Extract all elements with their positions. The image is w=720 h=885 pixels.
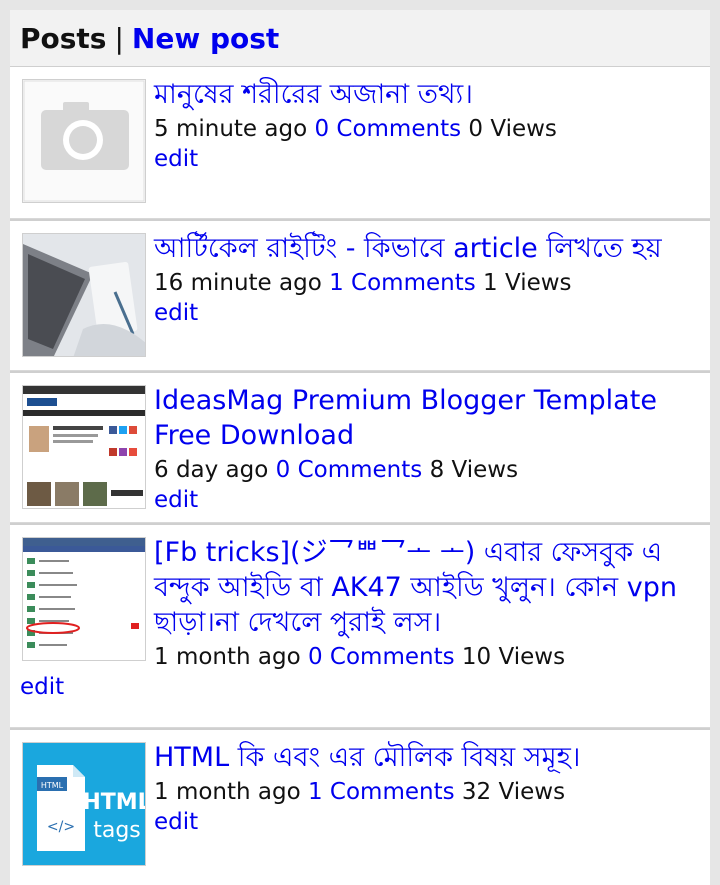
post-time: 16 minute ago xyxy=(154,270,322,296)
post-thumbnail[interactable] xyxy=(22,79,146,203)
post-meta: 5 minute ago 0 Comments 0 Views xyxy=(154,114,700,144)
post-time: 1 month ago xyxy=(154,779,301,805)
thumb-label: HTML xyxy=(82,790,146,815)
post-row: [Fb tricks](ジ乛ᄈ乛ᅩ ᅩ) এবার ফেসবুক এ বন্দু… xyxy=(10,523,710,728)
thumb-sublabel: tags xyxy=(93,818,141,843)
post-views: 32 Views xyxy=(461,779,566,805)
post-edit-link[interactable]: edit xyxy=(154,298,700,328)
post-comments-link[interactable]: 1 Comments xyxy=(329,270,476,296)
post-meta: 6 day ago 0 Comments 8 Views xyxy=(154,455,700,485)
phone-menu-screenshot xyxy=(23,538,145,660)
post-title-link[interactable]: IdeasMag Premium Blogger Template Free D… xyxy=(154,385,657,451)
html-badge: HTML xyxy=(41,781,64,790)
post-thumbnail[interactable] xyxy=(22,385,146,509)
template-screenshot xyxy=(23,386,145,508)
post-row: আর্টিকেল রাইটিং - কিভাবে article লিখতে হ… xyxy=(10,219,710,371)
header-separator: | xyxy=(114,21,124,55)
post-edit-link[interactable]: edit xyxy=(20,672,700,702)
post-title-link[interactable]: HTML কি এবং এর মৌলিক বিষয় সমূহ। xyxy=(154,742,580,773)
post-title-link[interactable]: মানুষের শরীরের অজানা তথ্য। xyxy=(154,79,473,110)
posts-page: Posts | New post মানুষের শরীরের অজানা তথ… xyxy=(10,10,710,885)
post-comments-link[interactable]: 1 Comments xyxy=(308,779,455,805)
post-meta: 16 minute ago 1 Comments 1 Views xyxy=(154,268,700,298)
post-time: 1 month ago xyxy=(154,644,301,670)
post-thumbnail[interactable]: HTML </> HTML tags xyxy=(22,742,146,866)
post-views: 8 Views xyxy=(429,457,519,483)
html-tags-icon: HTML </> HTML tags xyxy=(23,743,146,865)
post-row: HTML </> HTML tags HTML কি এবং এর মৌলিক … xyxy=(10,728,710,874)
post-views: 10 Views xyxy=(461,644,566,670)
post-comments-link[interactable]: 0 Comments xyxy=(314,116,461,142)
post-edit-link[interactable]: edit xyxy=(154,485,700,515)
post-time: 6 day ago xyxy=(154,457,269,483)
page-title: Posts xyxy=(20,21,107,55)
post-title-link[interactable]: [Fb tricks](ジ乛ᄈ乛ᅩ ᅩ) এবার ফেসবুক এ বন্দু… xyxy=(154,537,677,638)
post-thumbnail[interactable] xyxy=(22,233,146,357)
post-time: 5 minute ago xyxy=(154,116,308,142)
post-edit-link[interactable]: edit xyxy=(154,144,700,174)
post-edit-link[interactable]: edit xyxy=(154,807,700,837)
post-meta: 1 month ago 1 Comments 32 Views xyxy=(154,777,700,807)
post-views: 0 Views xyxy=(468,116,557,142)
post-thumbnail[interactable] xyxy=(22,537,146,661)
svg-text:</>: </> xyxy=(47,819,75,835)
post-comments-link[interactable]: 0 Comments xyxy=(308,644,455,670)
post-meta: 1 month ago 0 Comments 10 Views xyxy=(154,642,700,672)
post-row: মানুষের শরীরের অজানা তথ্য। 5 minute ago … xyxy=(10,67,710,219)
laptop-notebook-photo xyxy=(23,234,145,356)
camera-placeholder-icon xyxy=(23,80,145,202)
new-post-link[interactable]: New post xyxy=(132,22,279,55)
post-title-link[interactable]: আর্টিকেল রাইটিং - কিভাবে article লিখতে হ… xyxy=(154,233,662,264)
post-comments-link[interactable]: 0 Comments xyxy=(276,457,423,483)
post-views: 1 Views xyxy=(483,270,572,296)
post-row: IdeasMag Premium Blogger Template Free D… xyxy=(10,371,710,523)
page-header: Posts | New post xyxy=(10,10,710,67)
